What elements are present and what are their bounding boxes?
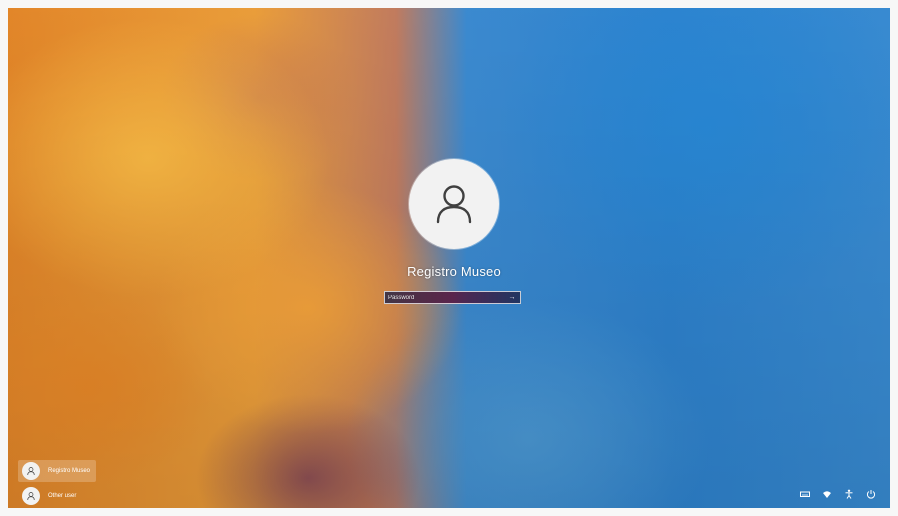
power-icon[interactable] xyxy=(866,489,876,499)
wifi-icon[interactable] xyxy=(822,489,832,499)
user-icon xyxy=(436,185,472,224)
password-input[interactable] xyxy=(388,292,506,303)
user-avatar-large xyxy=(409,159,499,249)
user-item-label: Registro Museo xyxy=(48,468,91,474)
user-switcher: Registro Museo Other user xyxy=(18,460,97,508)
lock-screen: Registro Museo → Registro Museo Other us… xyxy=(8,8,890,508)
screenshot-frame: Registro Museo → Registro Museo Other us… xyxy=(0,0,898,516)
system-tray xyxy=(800,489,876,499)
password-field[interactable]: → xyxy=(384,291,521,304)
user-icon xyxy=(27,492,35,501)
current-user-name: Registro Museo xyxy=(407,264,501,279)
user-item-label: Other user xyxy=(48,493,77,499)
user-icon xyxy=(27,467,35,476)
user-item-registro-museo[interactable]: Registro Museo xyxy=(18,460,97,482)
arrow-right-icon: → xyxy=(508,294,516,301)
submit-arrow-button[interactable]: → xyxy=(506,292,518,303)
user-avatar-small xyxy=(22,462,40,480)
keyboard-icon[interactable] xyxy=(800,489,810,499)
user-item-other-user[interactable]: Other user xyxy=(18,485,96,507)
accessibility-icon[interactable] xyxy=(844,489,854,499)
sign-in-panel: Registro Museo → xyxy=(8,8,890,508)
user-avatar-small xyxy=(22,487,40,505)
